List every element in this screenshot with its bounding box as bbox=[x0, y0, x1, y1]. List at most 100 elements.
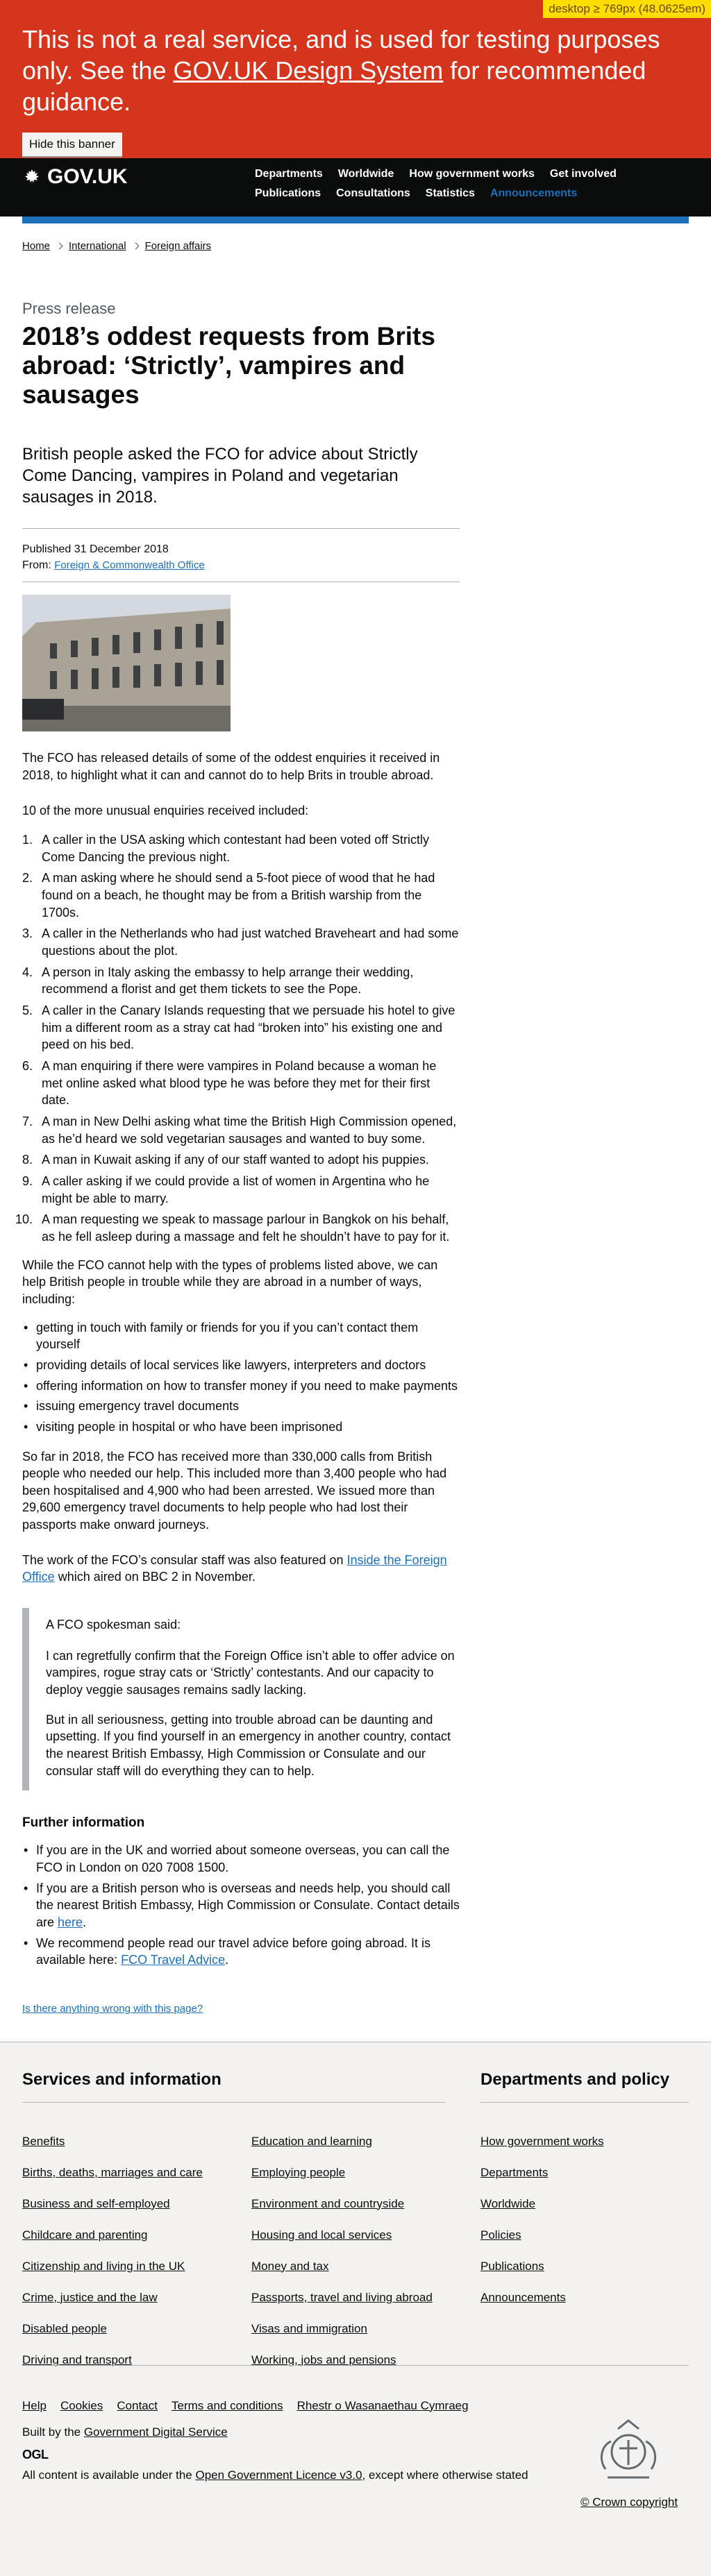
breadcrumb-home[interactable]: Home bbox=[22, 240, 50, 252]
licence-link[interactable]: Open Government Licence v3.0 bbox=[196, 2468, 362, 2482]
main-nav: Departments Worldwide How government wor… bbox=[255, 168, 685, 200]
govuk-logo[interactable]: GOV.UK bbox=[22, 165, 128, 189]
list-item: We recommend people read our travel advi… bbox=[24, 1935, 460, 1969]
royal-crest-icon bbox=[600, 2418, 657, 2479]
publication-meta: Published 31 December 2018 From: Foreign… bbox=[22, 529, 689, 582]
footer-link[interactable]: Crime, justice and the law bbox=[22, 2282, 231, 2313]
footer-link[interactable]: Announcements bbox=[480, 2282, 689, 2313]
list-item: A person in Italy asking the embassy to … bbox=[36, 964, 460, 998]
test-banner: This is not a real service, and is used … bbox=[0, 0, 711, 158]
nav-announcements[interactable]: Announcements bbox=[490, 187, 577, 200]
footer-link[interactable]: Money and tax bbox=[251, 2251, 460, 2282]
licence-text: All content is available under the Open … bbox=[22, 2468, 528, 2482]
footer-link[interactable]: Disabled people bbox=[22, 2313, 231, 2344]
services-list-1: Benefits Births, deaths, marriages and c… bbox=[22, 2126, 231, 2375]
footer-link[interactable]: Births, deaths, marriages and care bbox=[22, 2157, 231, 2188]
footer-link[interactable]: Working, jobs and pensions bbox=[251, 2344, 460, 2375]
footer-link[interactable]: Childcare and parenting bbox=[22, 2219, 231, 2251]
chevron-right-icon bbox=[132, 242, 140, 249]
organisation-link[interactable]: Foreign & Commonwealth Office bbox=[54, 559, 204, 571]
list-item: A caller asking if we could provide a li… bbox=[36, 1173, 460, 1207]
footer-link[interactable]: Passports, travel and living abroad bbox=[251, 2282, 460, 2313]
gds-link[interactable]: Government Digital Service bbox=[84, 2425, 228, 2439]
footer-link[interactable]: Housing and local services bbox=[251, 2219, 460, 2251]
hide-banner-button[interactable]: Hide this banner bbox=[22, 133, 122, 156]
footer-link[interactable]: How government works bbox=[480, 2126, 689, 2157]
footer-link[interactable]: Education and learning bbox=[251, 2126, 460, 2157]
list-item: If you are in the UK and worried about s… bbox=[24, 1842, 460, 1876]
list-item: visiting people in hospital or who have … bbox=[24, 1418, 460, 1436]
published-date: Published 31 December 2018 bbox=[22, 543, 169, 555]
divider bbox=[22, 2101, 446, 2103]
list-item: issuing emergency travel documents bbox=[24, 1398, 460, 1415]
footer-link[interactable]: Visas and immigration bbox=[251, 2313, 460, 2344]
page-lede: British people asked the FCO for advice … bbox=[22, 444, 418, 507]
footer-link[interactable]: Citizenship and living in the UK bbox=[22, 2251, 231, 2282]
footer-link[interactable]: Departments bbox=[480, 2157, 689, 2188]
article-body: The FCO has released details of some of … bbox=[22, 749, 460, 2016]
page-title: 2018’s oddest requests from Brits abroad… bbox=[22, 322, 435, 409]
crown-icon bbox=[25, 169, 39, 183]
list-item: providing details of local services like… bbox=[24, 1357, 460, 1374]
site-footer: Services and information Benefits Births… bbox=[0, 2041, 711, 2576]
nav-departments[interactable]: Departments bbox=[255, 168, 323, 180]
further-info-heading: Further information bbox=[22, 1815, 145, 1831]
nav-publications[interactable]: Publications bbox=[255, 187, 321, 200]
list-item: A man in Kuwait asking if any of our sta… bbox=[36, 1151, 460, 1169]
nav-how-government-works[interactable]: How government works bbox=[409, 168, 534, 180]
quote-paragraph: But in all seriousness, getting into tro… bbox=[46, 1712, 451, 1778]
intro-paragraph: The FCO has released details of some of … bbox=[22, 751, 440, 782]
list-item: A man asking where he should send a 5-fo… bbox=[36, 870, 460, 921]
breadcrumb: Home International Foreign affairs bbox=[22, 232, 689, 260]
header-blue-bar bbox=[22, 217, 689, 223]
quote-paragraph: I can regretfully confirm that the Forei… bbox=[46, 1648, 455, 1697]
footer-link[interactable]: Environment and countryside bbox=[251, 2188, 460, 2219]
welsh-services-link[interactable]: Rhestr o Wasanaethau Cymraeg bbox=[297, 2399, 469, 2413]
services-heading: Services and information bbox=[22, 2069, 221, 2089]
cookies-link[interactable]: Cookies bbox=[60, 2399, 103, 2413]
help-intro: While the FCO cannot help with the types… bbox=[22, 1257, 438, 1306]
terms-link[interactable]: Terms and conditions bbox=[172, 2399, 283, 2413]
nav-get-involved[interactable]: Get involved bbox=[550, 168, 617, 180]
list-item: getting in touch with family or friends … bbox=[24, 1319, 460, 1353]
footer-meta-links: Help Cookies Contact Terms and condition… bbox=[22, 2399, 469, 2413]
building-photo bbox=[22, 595, 231, 732]
list-item: A caller in the Netherlands who had just… bbox=[36, 925, 460, 959]
contact-details-link[interactable]: here bbox=[58, 1915, 83, 1929]
enquiries-list: A caller in the USA asking which contest… bbox=[22, 831, 460, 1245]
site-header: GOV.UK Departments Worldwide How governm… bbox=[0, 158, 711, 217]
help-link[interactable]: Help bbox=[22, 2399, 47, 2413]
footer-link[interactable]: Policies bbox=[480, 2219, 689, 2251]
chevron-right-icon bbox=[56, 242, 63, 249]
from-organisation: From: Foreign & Commonwealth Office bbox=[22, 559, 205, 572]
list-item: If you are a British person who is overs… bbox=[24, 1880, 460, 1931]
list-intro: 10 of the more unusual enquiries receive… bbox=[22, 803, 309, 817]
debug-badge: desktop ≥ 769px (48.0625em) bbox=[543, 0, 711, 18]
built-by: Built by the Government Digital Service bbox=[22, 2425, 228, 2439]
footer-link[interactable]: Worldwide bbox=[480, 2188, 689, 2219]
banner-message: This is not a real service, and is used … bbox=[22, 25, 660, 116]
footer-link[interactable]: Publications bbox=[480, 2251, 689, 2282]
contact-link[interactable]: Contact bbox=[117, 2399, 158, 2413]
departments-list: How government works Departments Worldwi… bbox=[480, 2126, 689, 2313]
nav-consultations[interactable]: Consultations bbox=[336, 187, 410, 200]
design-system-link[interactable]: GOV.UK Design System bbox=[173, 56, 443, 85]
nav-statistics[interactable]: Statistics bbox=[426, 187, 475, 200]
travel-advice-link[interactable]: FCO Travel Advice bbox=[121, 1953, 225, 1967]
list-item: A man enquiring if there were vampires i… bbox=[36, 1058, 460, 1109]
footer-link[interactable]: Benefits bbox=[22, 2126, 231, 2157]
list-item: A caller in the Canary Islands requestin… bbox=[36, 1002, 460, 1053]
list-item: A man requesting we speak to massage par… bbox=[36, 1211, 460, 1245]
featured-paragraph: The work of the FCO’s consular staff was… bbox=[22, 1552, 447, 1584]
ogl-logo: OGL bbox=[22, 2447, 49, 2461]
footer-link[interactable]: Driving and transport bbox=[22, 2344, 231, 2375]
crown-copyright-link[interactable]: © Crown copyright bbox=[580, 2496, 678, 2509]
nav-worldwide[interactable]: Worldwide bbox=[338, 168, 394, 180]
footer-link[interactable]: Business and self-employed bbox=[22, 2188, 231, 2219]
divider bbox=[22, 2364, 689, 2366]
breadcrumb-international[interactable]: International bbox=[69, 240, 126, 252]
breadcrumb-foreign-affairs[interactable]: Foreign affairs bbox=[145, 240, 212, 252]
footer-link[interactable]: Employing people bbox=[251, 2157, 460, 2188]
report-problem-link[interactable]: Is there anything wrong with this page? bbox=[22, 2003, 203, 2015]
stats-paragraph: So far in 2018, the FCO has received mor… bbox=[22, 1449, 447, 1532]
